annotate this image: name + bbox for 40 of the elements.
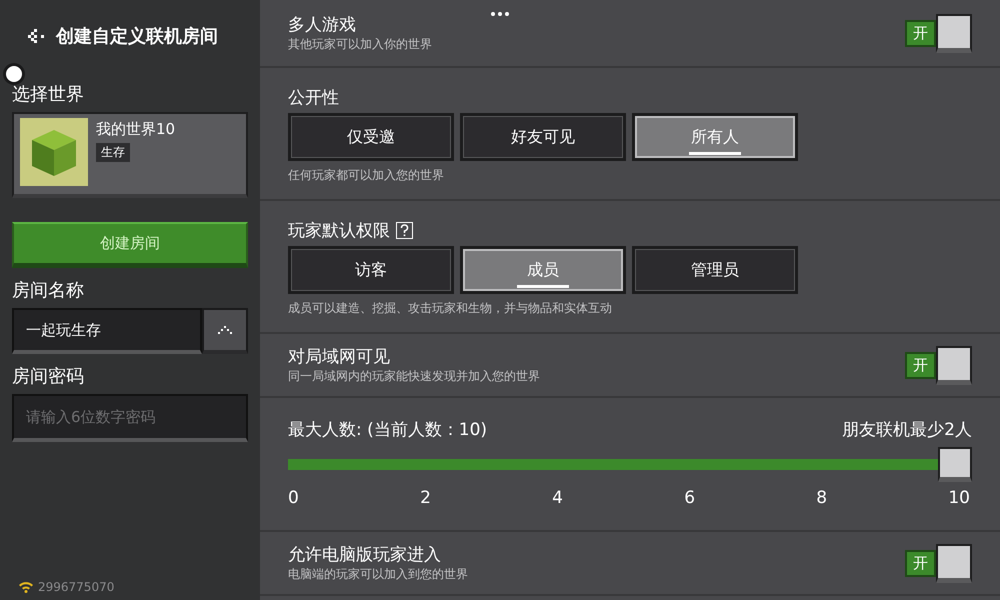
tick-label: 6	[684, 488, 696, 508]
section-label: 房间密码	[12, 365, 85, 388]
caret-up-icon	[218, 326, 232, 334]
option-button[interactable]: 仅受邀	[288, 113, 454, 161]
drag-handle-icon	[490, 11, 510, 17]
option-button[interactable]: 成员	[460, 246, 626, 294]
tick-label: 10	[948, 488, 970, 508]
setting-title: 玩家默认权限	[288, 220, 390, 242]
setting-title: 对局域网可见	[288, 346, 391, 368]
setting-title: 最大人数: (当前人数：10)	[288, 419, 488, 441]
tick-label: 0	[288, 488, 299, 508]
setting-description: 任何玩家都可以加入您的世界	[288, 167, 445, 184]
wifi-icon	[18, 581, 34, 593]
setting-title: 多人游戏	[288, 14, 357, 36]
game-mode-tag: 生存	[96, 143, 130, 162]
option-button[interactable]: 好友可见	[460, 113, 626, 161]
password-field[interactable]: 请输入6位数字密码	[12, 394, 248, 442]
create-room-button[interactable]: 创建房间	[12, 222, 248, 268]
setting-description: 成员可以建造、挖掘、攻击玩家和生物，并与物品和实体互动	[288, 300, 613, 317]
tick-label: 2	[420, 488, 431, 508]
section-label: 房间名称	[12, 279, 85, 302]
setting-description: 其他玩家可以加入你的世界	[288, 36, 432, 53]
option-button[interactable]: 管理员	[632, 246, 798, 294]
setting-description: 电脑端的玩家可以加入到您的世界	[288, 566, 468, 583]
world-name: 我的世界10	[96, 120, 176, 139]
account-id: 2996775070	[38, 580, 114, 594]
slider-thumb[interactable]	[938, 447, 972, 482]
tick-label: 4	[552, 488, 563, 508]
tick-label: 8	[816, 488, 828, 508]
room-name-field[interactable]: 一起玩生存	[12, 308, 202, 354]
setting-title: 允许电脑版玩家进入	[288, 544, 442, 566]
setting-note: 朋友联机最少2人	[842, 419, 972, 441]
setting-title: 公开性	[288, 87, 339, 109]
world-card[interactable]: 我的世界10 生存	[12, 112, 248, 198]
option-button[interactable]: 访客	[288, 246, 454, 294]
touch-dot	[6, 66, 22, 82]
option-button[interactable]: 所有人	[632, 113, 798, 161]
setting-description: 同一局域网内的玩家能快速发现并加入您的世界	[288, 368, 540, 385]
page-title: 创建自定义联机房间	[56, 25, 218, 48]
section-label: 选择世界	[12, 83, 85, 106]
